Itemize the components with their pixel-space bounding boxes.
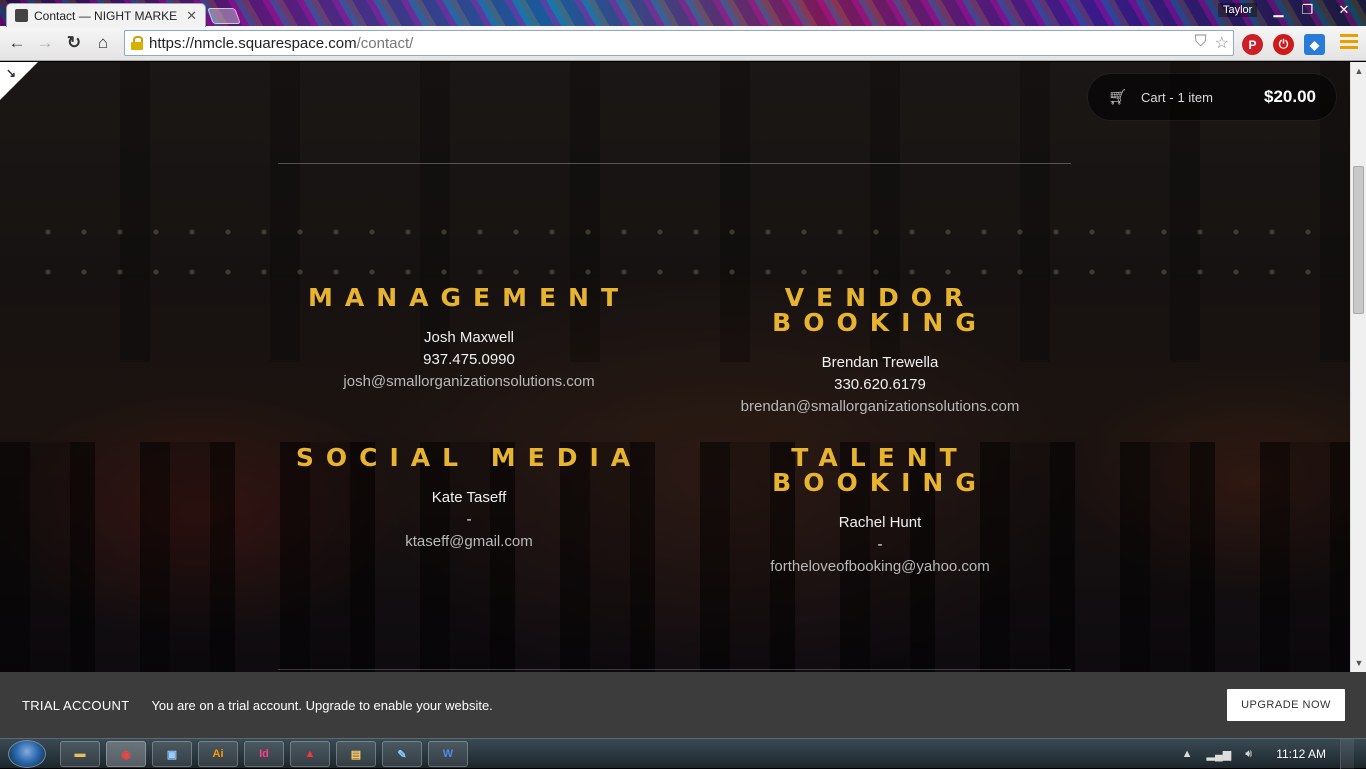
explorer-icon[interactable]: ▬	[60, 741, 100, 767]
section-heading: Management	[307, 283, 631, 312]
vertical-scrollbar[interactable]: ▲ ▼	[1350, 62, 1366, 672]
network-signal-icon[interactable]: ▂▄▆	[1207, 748, 1232, 761]
address-bar[interactable]: https://nmcle.squarespace.com/contact/ ⛉…	[124, 30, 1234, 56]
contact-email-link[interactable]: ktaseff@gmail.com	[279, 531, 659, 553]
tab-title: Contact — NIGHT MARKE	[34, 8, 178, 23]
volume-icon[interactable]: 🔊︎	[1245, 748, 1252, 761]
lock-icon	[131, 36, 143, 50]
tab-close-icon[interactable]: ✕	[186, 8, 197, 24]
background-overlay	[0, 62, 1350, 672]
contact-name: Kate Taseff	[431, 489, 507, 506]
browser-toolbar: ← → ↻ ⌂ https://nmcle.squarespace.com/co…	[0, 26, 1366, 61]
expand-arrow-icon[interactable]: ↘	[6, 66, 16, 80]
home-icon[interactable]: ⌂	[92, 32, 114, 54]
contact-management: Management Josh Maxwell 937.475.0990 jos…	[279, 285, 659, 393]
contact-email-link[interactable]: brendan@smallorganizationsolutions.com	[690, 396, 1070, 418]
cart-total: $20.00	[1264, 87, 1316, 106]
scroll-down-icon[interactable]: ▼	[1351, 656, 1366, 670]
cart-label: Cart -	[1141, 89, 1174, 105]
word-icon[interactable]: W	[428, 741, 468, 767]
contact-name: Rachel Hunt	[838, 514, 922, 531]
browser-menu-icon[interactable]	[1340, 34, 1358, 52]
section-heading: Social Media	[295, 443, 643, 472]
cart-item-count: 1 item	[1177, 89, 1213, 105]
profile-name[interactable]: Taylor	[1218, 3, 1258, 17]
system-tray: ▲ ▂▄▆ 🔊︎ 11:12 AM	[1182, 739, 1366, 769]
section-divider-bottom	[278, 669, 1071, 670]
url-host: https://nmcle.squarespace.com	[149, 34, 357, 52]
contact-talent-booking: Talent Booking Rachel Hunt - fortheloveo…	[690, 445, 1070, 578]
bookmark-star-icon[interactable]: ☆	[1215, 33, 1229, 53]
page-background	[0, 62, 1350, 672]
upgrade-now-button[interactable]: UPGRADE NOW	[1227, 689, 1345, 721]
illustrator-icon[interactable]: Ai	[198, 741, 238, 767]
url-path: /contact/	[356, 34, 414, 52]
shield-icon[interactable]: ⛉	[1195, 33, 1207, 53]
contact-phone: 937.475.0990	[423, 351, 515, 368]
contact-phone: 330.620.6179	[834, 376, 926, 393]
pinterest-icon[interactable]: P	[1242, 34, 1263, 55]
contact-name: Brendan Trewella	[821, 354, 939, 371]
show-desktop-button[interactable]	[1340, 739, 1354, 769]
scroll-up-icon[interactable]: ▲	[1351, 64, 1366, 78]
back-icon[interactable]: ←	[6, 32, 28, 54]
cart-icon: 🛒︎	[1108, 89, 1128, 106]
trial-message: You are on a trial account. Upgrade to e…	[151, 697, 493, 713]
power-icon[interactable]: ⏻	[1273, 34, 1294, 55]
acrobat-icon[interactable]: ▲	[290, 741, 330, 767]
file-manager-icon[interactable]: ▤	[336, 741, 376, 767]
restore-icon[interactable]: ❐	[1293, 0, 1322, 19]
section-divider	[278, 163, 1071, 164]
cart-button[interactable]: 🛒︎ Cart - 1 item $20.00	[1087, 73, 1337, 121]
contact-vendor-booking: Vendor Booking Brendan Trewella 330.620.…	[690, 285, 1070, 418]
scroll-thumb[interactable]	[1353, 166, 1364, 314]
section-heading: Vendor Booking	[772, 283, 988, 337]
page-favicon-icon	[15, 9, 28, 22]
start-button[interactable]	[8, 740, 46, 768]
paint-icon[interactable]: ✎	[382, 741, 422, 767]
contact-phone: -	[877, 536, 883, 553]
browser-tab[interactable]: Contact — NIGHT MARKE ✕	[6, 3, 206, 27]
window-controls: ▁ ❐ ✕	[1264, 0, 1366, 19]
close-window-icon[interactable]: ✕	[1322, 0, 1366, 19]
show-hidden-icons-icon[interactable]: ▲	[1182, 748, 1193, 760]
indesign-icon[interactable]: Id	[244, 741, 284, 767]
new-tab-button[interactable]	[207, 8, 241, 24]
windows-taskbar: ▬ ◉ ▣ Ai Id ▲ ▤ ✎ W ▲ ▂▄▆ 🔊︎ 11:12 AM	[0, 738, 1366, 769]
section-heading: Talent Booking	[772, 443, 988, 497]
clock[interactable]: 11:12 AM	[1276, 747, 1326, 761]
reload-icon[interactable]: ↻	[63, 32, 85, 54]
contact-name: Josh Maxwell	[423, 329, 515, 346]
remote-desktop-icon[interactable]: ▣	[152, 741, 192, 767]
extension-icon[interactable]: ◆	[1304, 34, 1325, 55]
minimize-icon[interactable]: ▁	[1264, 0, 1293, 19]
contact-phone: -	[466, 511, 472, 528]
trial-label: TRIAL ACCOUNT	[22, 697, 130, 713]
chrome-icon[interactable]: ◉	[106, 741, 146, 767]
contact-email-link[interactable]: fortheloveofbooking@yahoo.com	[690, 556, 1070, 578]
forward-icon[interactable]: →	[34, 32, 56, 54]
contact-email-link[interactable]: josh@smallorganizationsolutions.com	[279, 371, 659, 393]
contact-social-media: Social Media Kate Taseff - ktaseff@gmail…	[279, 445, 659, 553]
trial-account-bar: TRIAL ACCOUNT You are on a trial account…	[0, 672, 1366, 738]
